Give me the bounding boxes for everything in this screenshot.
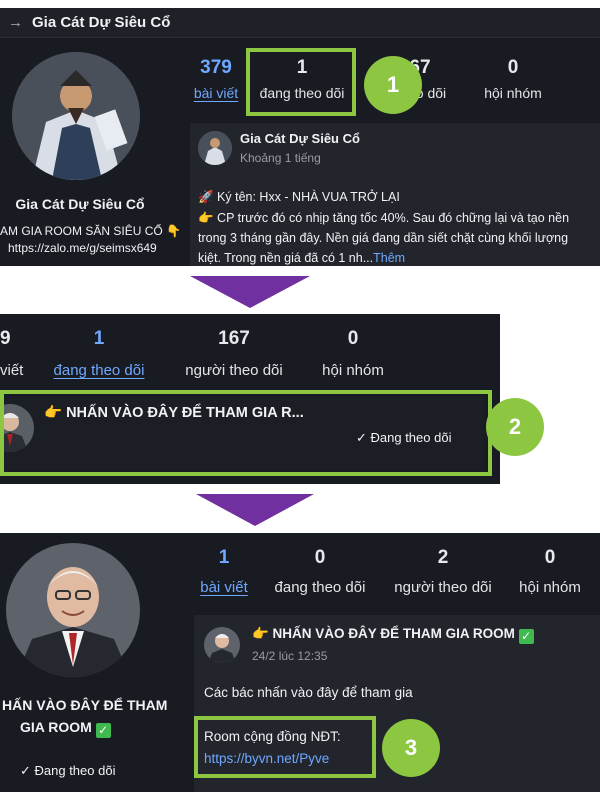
post-line-4-text: kiệt. Trong nền giá đã có 1 nh... <box>198 251 374 265</box>
down-arrow-icon <box>190 276 310 308</box>
profile-panel-3: HẤN VÀO ĐÂY ĐỂ THAM GIA ROOM ✓ ✓ Đang th… <box>0 533 600 792</box>
profile-status-button[interactable]: ✓ Đang theo dõi <box>20 763 115 779</box>
stat-followers-tab[interactable]: người theo dõi <box>386 579 500 596</box>
post-author-avatar[interactable] <box>204 627 240 663</box>
step-badge-2: 2 <box>486 398 544 456</box>
profile-panel-1: → Gia Cát Dự Siêu Cổ Gia Cát Dự Siêu Cổ … <box>0 8 600 266</box>
post-card[interactable]: Gia Cát Dự Siêu Cổ Khoảng 1 tiếng 🚀 Ký t… <box>190 123 600 266</box>
stat-posts-count: 379 <box>200 57 232 78</box>
stat-followers-count: 167 <box>218 328 250 349</box>
highlight-box-following-item <box>0 390 492 476</box>
stat-groups-tab[interactable]: hội nhóm <box>310 362 396 379</box>
avatar-figure-icon <box>12 52 140 180</box>
check-mark-icon: ✓ <box>95 723 111 738</box>
step-badge-1: 1 <box>364 56 422 114</box>
stat-posts-tab[interactable]: bài viết <box>186 85 246 101</box>
post-author-name[interactable]: 👉 NHẤN VÀO ĐÂY ĐỂ THAM GIA ROOM ✓ <box>252 626 534 644</box>
stat-followers-tab[interactable]: người theo dõi <box>170 362 298 379</box>
post-body: Các bác nhấn vào đây để tham gia <box>204 685 413 700</box>
highlight-box-following <box>246 48 356 116</box>
post-author-name[interactable]: Gia Cát Dự Siêu Cổ <box>240 131 360 146</box>
stat-posts-tab[interactable]: bài viết <box>194 579 254 596</box>
stat-following-count: 1 <box>93 328 105 349</box>
stat-posts-tab[interactable]: viết <box>0 362 30 379</box>
post-time: 24/2 lúc 12:35 <box>252 649 328 663</box>
profile-link[interactable]: https://zalo.me/g/seimsx649 <box>8 241 178 255</box>
profile-name-line-2: GIA ROOM ✓ <box>20 719 111 738</box>
check-mark-icon: ✓ <box>518 629 534 644</box>
person-avatar-icon <box>204 627 240 663</box>
stat-posts-count: 9 <box>0 328 11 349</box>
post-line-1: 🚀 Ký tên: Hxx - NHÀ VUA TRỞ LẠI <box>198 190 400 204</box>
profile-avatar[interactable] <box>12 52 140 180</box>
stat-groups-count: 0 <box>347 328 359 349</box>
down-arrow-icon <box>196 494 314 526</box>
profile-name-line-2-text: GIA ROOM <box>20 719 92 735</box>
profile-avatar[interactable] <box>6 543 140 677</box>
person-avatar-icon <box>6 543 140 677</box>
profile-name: Gia Cát Dự Siêu Cổ <box>15 196 145 212</box>
stat-posts-count: 1 <box>218 547 230 568</box>
stat-groups-tab[interactable]: hội nhóm <box>512 579 588 596</box>
stat-following-count: 0 <box>314 547 326 568</box>
step-badge-3: 3 <box>382 719 440 777</box>
back-arrow-icon[interactable]: → <box>8 14 23 31</box>
post-author-name-text[interactable]: 👉 NHẤN VÀO ĐÂY ĐỂ THAM GIA ROOM <box>252 626 515 641</box>
profile-name-line-1: HẤN VÀO ĐÂY ĐỂ THAM <box>2 697 168 713</box>
header-bar: → Gia Cát Dự Siêu Cổ <box>0 8 600 38</box>
post-line-4: kiệt. Trong nền giá đã có 1 nh...Thêm <box>198 251 405 265</box>
author-figure-icon <box>198 131 232 165</box>
stat-groups-tab[interactable]: hội nhóm <box>478 85 548 101</box>
stat-following-tab[interactable]: đang theo dõi <box>266 579 374 596</box>
post-line-2: 👉 CP trước đó có nhịp tăng tốc 40%. Sau … <box>198 211 570 225</box>
post-more-link[interactable]: Thêm <box>373 251 405 265</box>
following-panel-2: 9 viết 1 đang theo dõi 167 người theo dõ… <box>0 314 500 484</box>
stat-following-tab[interactable]: đang theo dõi <box>40 362 158 379</box>
post-line-3: trong 3 tháng gần đây. Nền giá đang dần … <box>198 231 569 245</box>
post-time: Khoảng 1 tiếng <box>240 151 321 165</box>
stat-followers-count: 2 <box>437 547 449 568</box>
post-author-avatar[interactable] <box>198 131 232 165</box>
stat-groups-count: 0 <box>507 57 519 78</box>
profile-bio: AM GIA ROOM SĂN SIÊU CỔ 👇 <box>0 224 181 238</box>
header-title: Gia Cát Dự Siêu Cổ <box>32 14 171 31</box>
stat-groups-count: 0 <box>544 547 556 568</box>
highlight-box-room-link <box>194 716 376 778</box>
